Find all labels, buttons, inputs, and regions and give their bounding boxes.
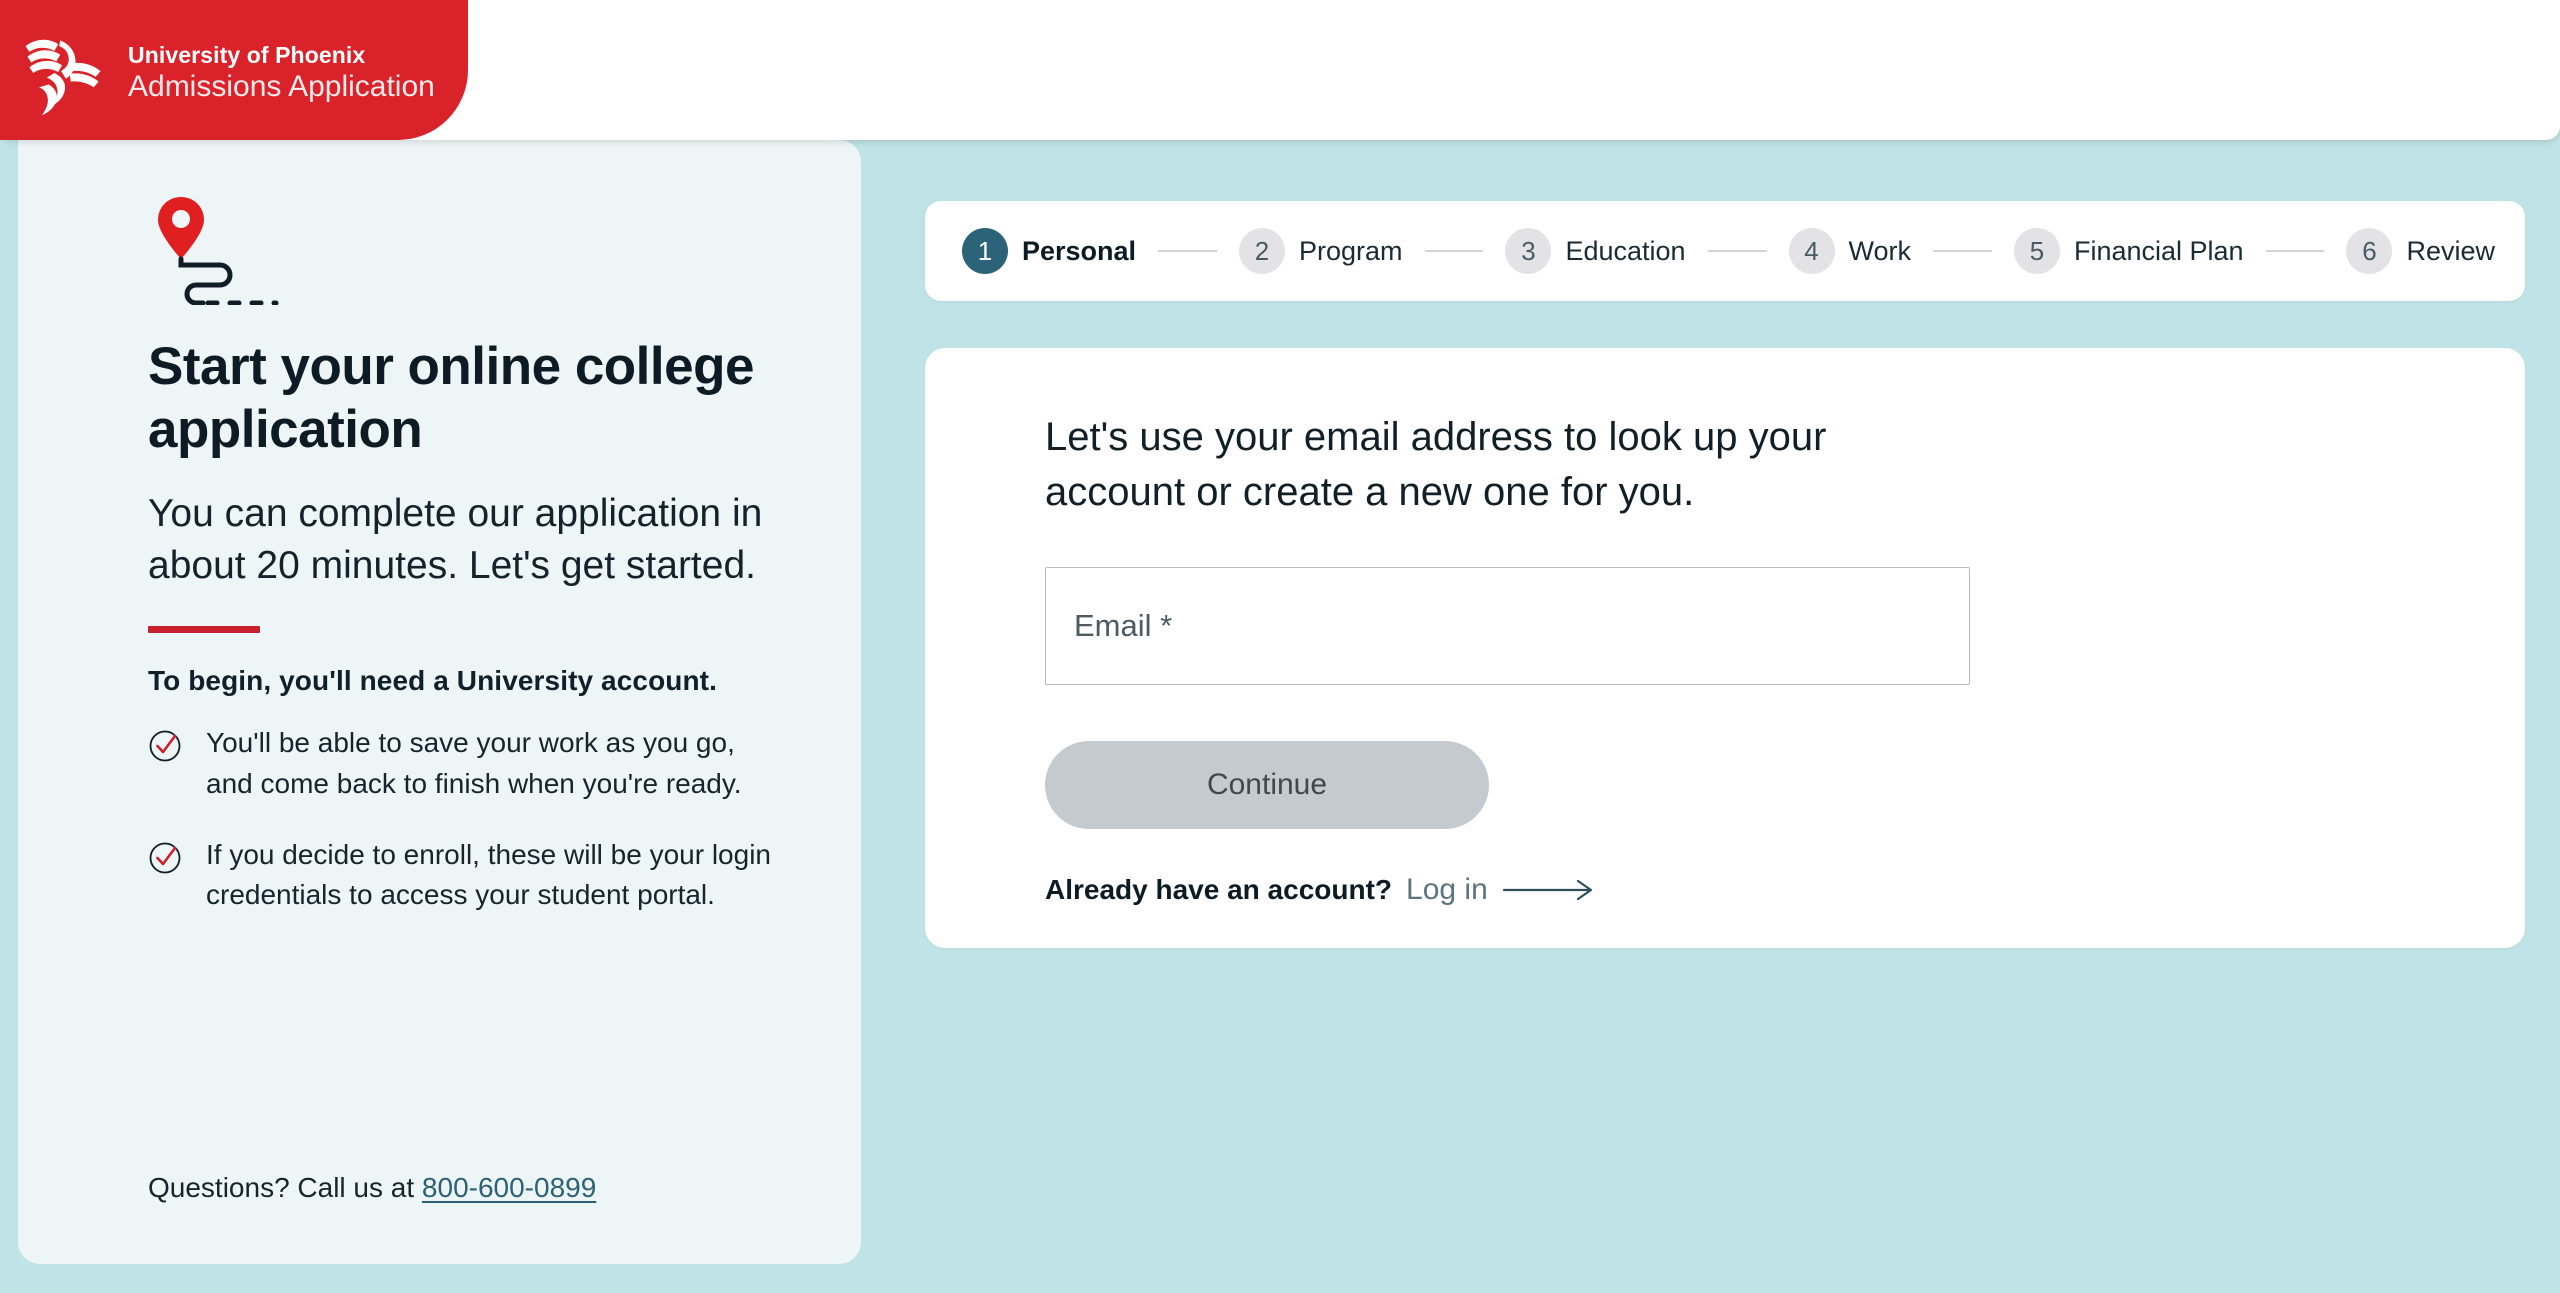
list-item: You'll be able to save your work as you …	[148, 723, 771, 805]
page-title: Start your online college application	[148, 337, 754, 459]
check-circle-icon	[149, 730, 181, 762]
step-connector	[1933, 250, 1992, 252]
step-label: Education	[1565, 235, 1686, 266]
form-heading: Let's use your email address to look up …	[1045, 415, 1827, 515]
support-contact-label: Questions? Call us at	[148, 1172, 415, 1203]
step-label: Review	[2406, 235, 2496, 266]
email-input-label: Email *	[1074, 608, 1173, 644]
list-item-text: You'll be able to save your work as you …	[206, 726, 742, 799]
page-subtitle: You can complete our application in abou…	[148, 492, 763, 587]
step-label: Financial Plan	[2073, 235, 2244, 266]
list-item-text: If you decide to enroll, these will be y…	[206, 838, 771, 911]
existing-account-label: Already have an account?	[1045, 874, 1393, 906]
log-in-link[interactable]: Log in	[1406, 873, 1488, 907]
long-arrow-right-icon[interactable]	[1502, 877, 1598, 903]
step-label: Program	[1299, 235, 1403, 266]
step-financial-plan[interactable]: 5 Financial Plan	[2013, 228, 2244, 274]
step-connector	[2265, 250, 2325, 252]
step-education[interactable]: 3 Education	[1505, 228, 1686, 274]
support-contact: Questions? Call us at 800-600-0899	[148, 1172, 596, 1204]
brand-text-block: University of Phoenix Admissions Applica…	[128, 41, 435, 105]
step-connector	[1424, 250, 1484, 252]
phoenix-bird-logo-icon	[25, 39, 101, 116]
continue-button[interactable]: Continue	[1045, 741, 1489, 830]
support-phone-link[interactable]: 800-600-0899	[422, 1172, 596, 1203]
check-circle-icon	[149, 842, 181, 873]
step-number-badge: 5	[2013, 228, 2060, 274]
brand-subtitle: Admissions Application	[128, 70, 435, 103]
step-program[interactable]: 2 Program	[1239, 228, 1403, 274]
step-connector	[1707, 250, 1767, 252]
step-label: Personal	[1022, 235, 1137, 266]
step-work[interactable]: 4 Work	[1788, 228, 1912, 274]
map-pin-route-icon	[158, 197, 279, 306]
step-label: Work	[1848, 235, 1912, 266]
step-connector	[1158, 250, 1217, 252]
step-number-badge: 3	[1505, 228, 1552, 274]
brand-name: University of Phoenix	[128, 42, 366, 68]
existing-account-row: Already have an account? Log in	[1045, 873, 2525, 907]
brand-logo-pill[interactable]: University of Phoenix Admissions Applica…	[0, 0, 468, 140]
step-number-badge: 4	[1788, 228, 1835, 274]
email-lookup-card: Let's use your email address to look up …	[925, 348, 2525, 948]
step-number-badge: 1	[962, 228, 1008, 274]
progress-stepper: 1 Personal 2 Program 3 Education 4 Work …	[925, 201, 2525, 301]
red-divider	[148, 625, 260, 633]
account-requirement-heading: To begin, you'll need a University accou…	[148, 664, 717, 696]
app-header: University of Phoenix Admissions Applica…	[0, 0, 2560, 140]
step-review[interactable]: 6 Review	[2346, 228, 2495, 274]
step-number-badge: 2	[1239, 228, 1285, 274]
intro-panel: Start your online college application Yo…	[18, 140, 861, 1264]
list-item: If you decide to enroll, these will be y…	[148, 835, 771, 917]
step-number-badge: 6	[2346, 228, 2393, 274]
step-personal[interactable]: 1 Personal	[962, 228, 1136, 274]
email-field-wrapper[interactable]: Email *	[1045, 567, 1970, 686]
